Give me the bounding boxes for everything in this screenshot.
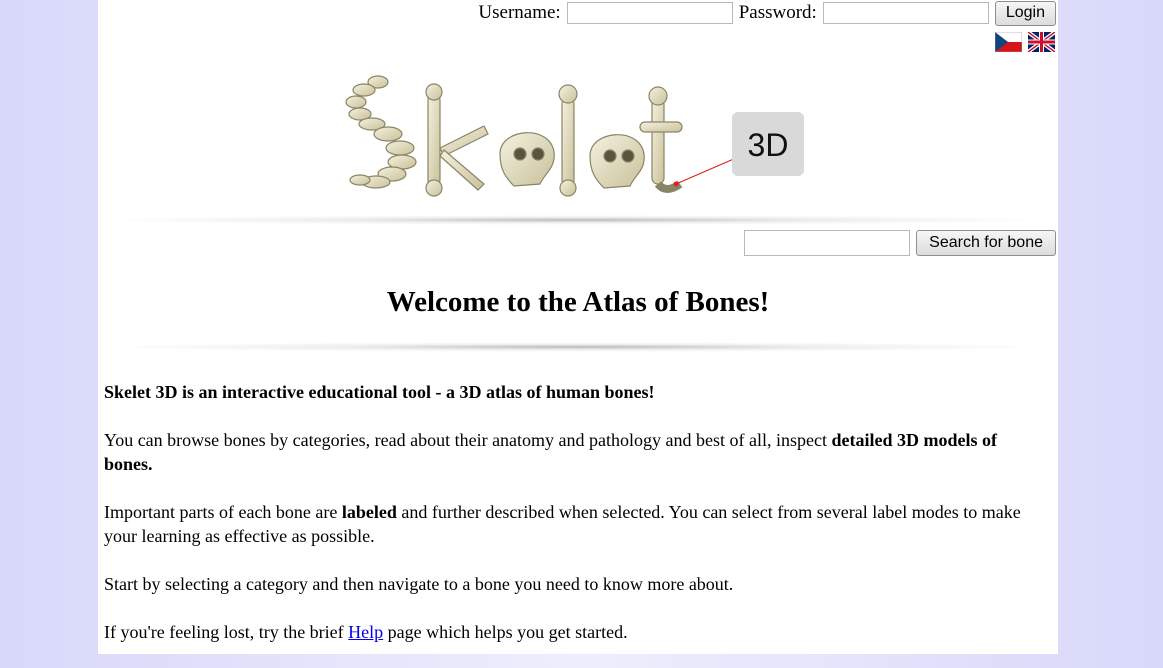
page-title: Welcome to the Atlas of Bones! bbox=[386, 286, 770, 318]
intro-paragraph-2: You can browse bones by categories, read… bbox=[104, 428, 1044, 476]
search-button[interactable]: Search for bone bbox=[916, 230, 1056, 256]
help-link[interactable]: Help bbox=[348, 622, 383, 642]
language-switcher bbox=[995, 32, 1055, 52]
intro-paragraph-3: Important parts of each bone are labeled… bbox=[104, 500, 1044, 548]
logo-3d-text: 3D bbox=[748, 127, 789, 163]
login-button[interactable]: Login bbox=[994, 0, 1056, 26]
intro-text: Important parts of each bone are bbox=[104, 502, 342, 522]
czech-flag-icon[interactable] bbox=[995, 32, 1022, 52]
username-input[interactable] bbox=[566, 2, 733, 24]
title-divider bbox=[98, 342, 1058, 352]
intro-paragraph-5: If you're feeling lost, try the brief He… bbox=[104, 620, 1044, 644]
skelet-logo-letters bbox=[345, 75, 683, 197]
uk-flag-icon[interactable] bbox=[1028, 32, 1055, 52]
intro-emphasis: labeled bbox=[341, 502, 397, 522]
header-divider bbox=[98, 215, 1058, 225]
page-container: Username: Password: Login 3D Search for … bbox=[98, 0, 1058, 654]
password-label: Password: bbox=[738, 2, 817, 23]
password-input[interactable] bbox=[822, 2, 989, 24]
login-bar: Username: Password: Login bbox=[478, 0, 1056, 26]
intro-text: page which helps you get started. bbox=[383, 622, 628, 642]
search-input[interactable] bbox=[744, 230, 911, 256]
intro-content: Skelet 3D is an interactive educational … bbox=[104, 380, 1044, 668]
intro-paragraph-1: Skelet 3D is an interactive educational … bbox=[104, 380, 1044, 404]
intro-text: You can browse bones by categories, read… bbox=[104, 430, 832, 450]
skelet-logo: 3D bbox=[345, 75, 804, 197]
intro-headline: Skelet 3D is an interactive educational … bbox=[104, 382, 655, 402]
intro-paragraph-4: Start by selecting a category and then n… bbox=[104, 574, 734, 594]
username-label: Username: bbox=[478, 2, 561, 23]
intro-text: If you're feeling lost, try the brief bbox=[104, 622, 349, 642]
search-bar: Search for bone bbox=[744, 230, 1056, 256]
